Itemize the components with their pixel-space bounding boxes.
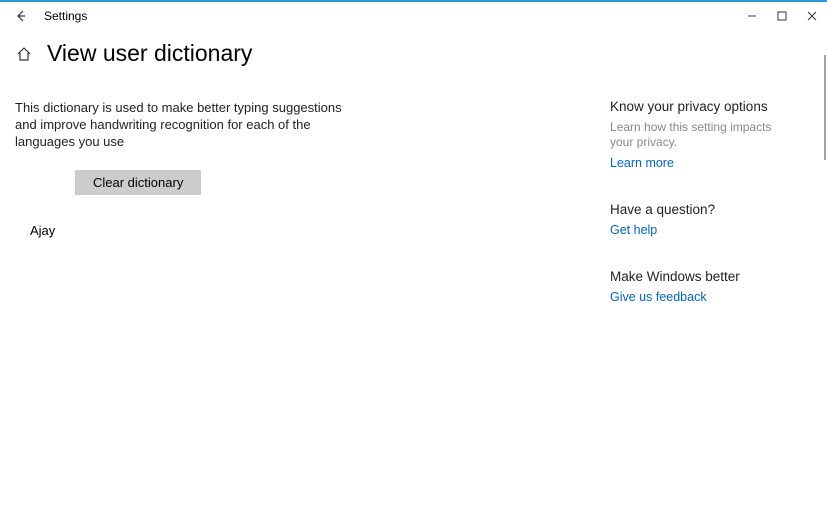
home-icon (16, 46, 32, 62)
minimize-icon (747, 11, 757, 21)
back-button[interactable] (0, 2, 40, 30)
learn-more-link[interactable]: Learn more (610, 156, 674, 170)
sidebar: Know your privacy options Learn how this… (610, 99, 800, 336)
app-title: Settings (44, 9, 87, 23)
maximize-button[interactable] (767, 2, 797, 30)
feedback-heading: Make Windows better (610, 269, 790, 284)
title-bar: Settings (0, 2, 827, 30)
clear-dictionary-button[interactable]: Clear dictionary (75, 170, 201, 195)
main-column: This dictionary is used to make better t… (0, 99, 610, 336)
dictionary-word-entry: Ajay (30, 223, 610, 238)
privacy-options-group: Know your privacy options Learn how this… (610, 99, 790, 170)
page-title: View user dictionary (47, 40, 252, 67)
dictionary-description: This dictionary is used to make better t… (15, 99, 355, 150)
content-area: This dictionary is used to make better t… (0, 99, 827, 336)
scrollbar[interactable] (824, 55, 826, 160)
feedback-group: Make Windows better Give us feedback (610, 269, 790, 304)
privacy-heading: Know your privacy options (610, 99, 790, 114)
close-icon (807, 11, 817, 21)
minimize-button[interactable] (737, 2, 767, 30)
question-group: Have a question? Get help (610, 202, 790, 237)
home-button[interactable] (15, 45, 33, 63)
feedback-link[interactable]: Give us feedback (610, 290, 707, 304)
page-header: View user dictionary (0, 40, 827, 67)
get-help-link[interactable]: Get help (610, 223, 657, 237)
window-controls (737, 2, 827, 30)
back-arrow-icon (13, 9, 27, 23)
close-button[interactable] (797, 2, 827, 30)
question-heading: Have a question? (610, 202, 790, 217)
privacy-description: Learn how this setting impacts your priv… (610, 120, 790, 150)
maximize-icon (777, 11, 787, 21)
